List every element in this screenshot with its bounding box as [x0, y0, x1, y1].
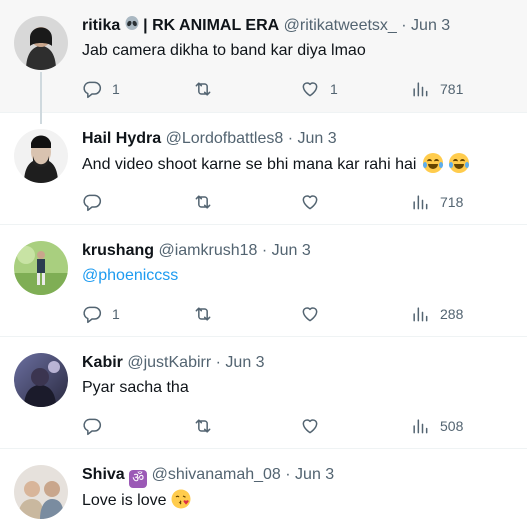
handle[interactable]: @shivanamah_08	[152, 466, 281, 483]
avatar[interactable]	[14, 129, 68, 183]
tweet[interactable]: Kabir @justKabirr · Jun 3 Pyar sacha tha…	[0, 337, 527, 449]
retweet-icon	[195, 195, 211, 209]
retweet-button[interactable]	[193, 415, 213, 437]
timestamp[interactable]: · Jun 3	[216, 354, 265, 371]
view-count: 508	[440, 418, 464, 434]
tweet-text: Pyar sacha tha	[82, 379, 189, 396]
display-name[interactable]: Shiva	[82, 466, 125, 483]
action-bar: 1 1 781	[82, 78, 482, 100]
reply-icon	[83, 306, 102, 324]
timestamp[interactable]: · Jun 3	[262, 242, 311, 259]
tweet[interactable]: ritika | RK ANIMAL ERA @ritikatweetsx_ ·…	[0, 0, 527, 124]
heart-icon	[302, 195, 318, 210]
views-button[interactable]: 781	[410, 78, 463, 100]
like-button[interactable]	[300, 415, 320, 437]
tweet-header: Kabir @justKabirr · Jun 3	[82, 353, 517, 373]
kissing-face-emoji-icon	[171, 489, 191, 509]
tears-of-joy-emoji-icon	[422, 153, 443, 173]
alien-emoji-icon	[125, 16, 139, 30]
tweet-text: And video shoot karne se bhi mana kar ra…	[82, 156, 417, 173]
om-symbol-badge: ॐ	[129, 470, 148, 488]
retweet-icon	[195, 82, 211, 96]
retweet-icon	[195, 419, 211, 433]
avatar[interactable]	[14, 16, 68, 70]
reply-icon	[83, 418, 102, 436]
reply-count: 1	[112, 306, 120, 322]
handle[interactable]: @iamkrush18	[158, 242, 257, 259]
views-icon	[413, 307, 428, 322]
reply-button[interactable]: 1	[82, 303, 120, 325]
like-count: 1	[330, 81, 338, 97]
display-name[interactable]: krushang	[82, 242, 154, 259]
tweet-header: Shiva ॐ @shivanamah_08 · Jun 3	[82, 465, 517, 488]
reply-count: 1	[112, 81, 120, 97]
tweet-header: Hail Hydra @Lordofbattles8 · Jun 3	[82, 129, 517, 149]
like-button[interactable]: 1	[300, 78, 338, 100]
display-name[interactable]: ritika	[82, 17, 120, 34]
heart-icon	[302, 419, 318, 434]
views-icon	[413, 82, 428, 97]
view-count: 718	[440, 194, 464, 210]
tweet[interactable]: Shiva ॐ @shivanamah_08 · Jun 3 Love is l…	[0, 449, 527, 519]
heart-icon	[302, 307, 318, 322]
retweet-button[interactable]	[193, 191, 213, 213]
display-name[interactable]: Kabir	[82, 354, 123, 371]
views-button[interactable]: 718	[410, 191, 463, 213]
retweet-button[interactable]	[193, 303, 213, 325]
handle[interactable]: @Lordofbattles8	[166, 130, 284, 147]
timestamp[interactable]: · Jun 3	[288, 130, 337, 147]
action-bar: 1 288	[82, 303, 482, 325]
tweet-body: And video shoot karne se bhi mana kar ra…	[82, 153, 517, 176]
tweet-text: Jab camera dikha to band kar diya lmao	[82, 42, 366, 59]
handle[interactable]: @justKabirr	[127, 354, 211, 371]
tweet-header: ritika | RK ANIMAL ERA @ritikatweetsx_ ·…	[82, 16, 517, 36]
tweet-body: Love is love	[82, 489, 517, 512]
timestamp[interactable]: · Jun 3	[401, 17, 450, 34]
tweet-body: @phoeniccss	[82, 265, 517, 287]
reply-button[interactable]	[82, 415, 112, 437]
tweet[interactable]: Hail Hydra @Lordofbattles8 · Jun 3 And v…	[0, 113, 527, 225]
reply-button[interactable]	[82, 191, 112, 213]
reply-icon	[83, 194, 102, 212]
heart-icon	[302, 82, 318, 97]
views-button[interactable]: 508	[410, 415, 463, 437]
tweet[interactable]: krushang @iamkrush18 · Jun 3 @phoeniccss…	[0, 225, 527, 337]
reply-icon	[83, 81, 102, 99]
timestamp[interactable]: · Jun 3	[285, 466, 334, 483]
avatar[interactable]	[14, 353, 68, 407]
avatar[interactable]	[14, 241, 68, 295]
like-button[interactable]	[300, 191, 320, 213]
avatar[interactable]	[14, 465, 68, 519]
action-bar: 718	[82, 191, 482, 213]
retweet-button[interactable]	[193, 78, 213, 100]
reply-button[interactable]: 1	[82, 78, 120, 100]
reply-feed: ritika | RK ANIMAL ERA @ritikatweetsx_ ·…	[0, 0, 527, 519]
like-button[interactable]	[300, 303, 320, 325]
retweet-icon	[195, 307, 211, 321]
view-count: 781	[440, 81, 464, 97]
tweet-text: Love is love	[82, 492, 167, 509]
tweet-header: krushang @iamkrush18 · Jun 3	[82, 241, 517, 261]
mention-link[interactable]: @phoeniccss	[82, 267, 178, 284]
action-bar: 508	[82, 415, 482, 437]
view-count: 288	[440, 306, 464, 322]
tears-of-joy-emoji-icon	[449, 153, 470, 173]
views-icon	[413, 419, 428, 434]
handle[interactable]: @ritikatweetsx_	[284, 17, 397, 34]
display-name-suffix: | RK ANIMAL ERA	[143, 17, 280, 34]
views-icon	[413, 195, 428, 210]
display-name[interactable]: Hail Hydra	[82, 130, 161, 147]
views-button[interactable]: 288	[410, 303, 463, 325]
